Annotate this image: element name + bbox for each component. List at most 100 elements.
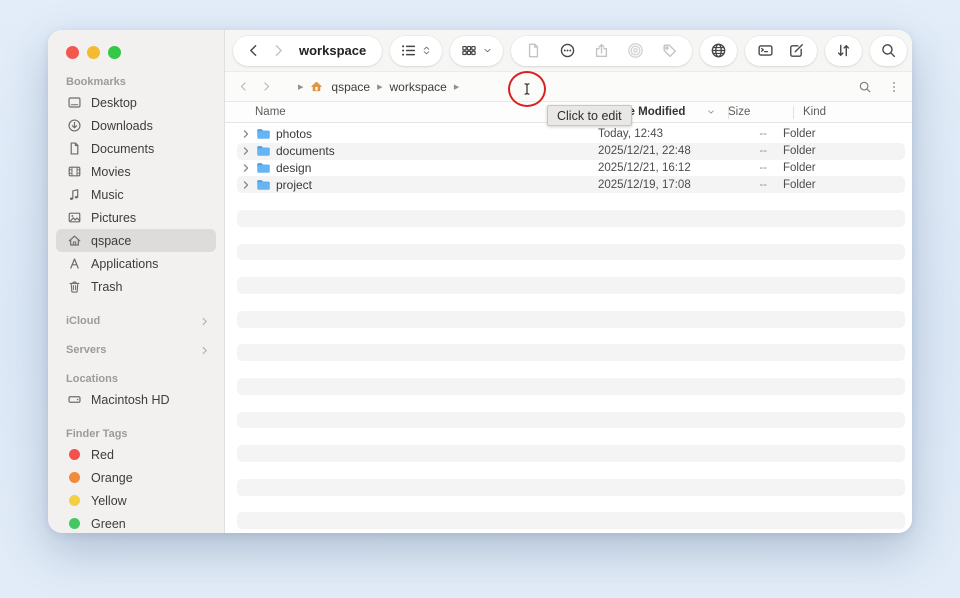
sidebar-item-label: Movies [91,165,131,179]
sidebar-item-music[interactable]: Music [56,183,216,206]
sidebar-item-macintosh-hd[interactable]: Macintosh HD [56,388,216,411]
minimize-button[interactable] [87,46,100,59]
sort-direction-icon [706,107,716,117]
folder-icon [256,179,271,191]
more-vertical-icon[interactable] [887,80,900,93]
empty-row [237,512,905,529]
empty-row [237,361,905,378]
sidebar-section-servers[interactable]: Servers [66,344,210,356]
file-row-photos[interactable]: photosToday, 12:43--Folder [237,126,905,143]
zoom-button[interactable] [108,46,121,59]
path-search-icon[interactable] [858,80,871,93]
search-button[interactable] [870,36,907,66]
breadcrumb-qspace[interactable]: qspace [331,80,370,94]
chevron-right-icon[interactable] [199,316,210,327]
grid-view-icon [460,42,477,59]
sidebar-item-applications[interactable]: Applications [56,252,216,275]
file-row-design[interactable]: design2025/12/21, 16:12--Folder [237,160,905,177]
sidebar-item-movies[interactable]: Movies [56,160,216,183]
desktop-background: BookmarksDesktopDownloadsDocumentsMovies… [0,0,960,598]
sidebar-item-yellow[interactable]: Yellow [56,489,216,512]
ellipsis-circle-icon[interactable] [559,42,576,59]
list-view-button[interactable] [390,36,442,66]
home-icon[interactable] [310,80,325,93]
empty-row [237,244,905,261]
crumb-separator: ▶ [298,83,303,91]
music-note-icon [66,187,82,203]
forward-icon[interactable] [270,42,287,59]
picture-icon [66,210,82,226]
sidebar-item-green[interactable]: Green [56,512,216,533]
sidebar-item-red[interactable]: Red [56,443,216,466]
empty-row [237,479,905,496]
sidebar-item-label: Downloads [91,119,153,133]
tooltip-text: Click to edit [557,109,622,123]
path-forward-icon[interactable] [260,80,273,93]
file-row-project[interactable]: project2025/12/19, 17:08--Folder [237,176,905,193]
column-header-size[interactable]: Size [728,106,793,118]
disclosure-chevron-icon[interactable] [241,129,251,139]
transfers-button[interactable] [825,36,862,66]
disclosure-chevron-icon[interactable] [241,180,251,190]
sidebar-item-trash[interactable]: Trash [56,275,216,298]
grid-view-button[interactable] [450,36,503,66]
chevron-right-icon[interactable] [199,345,210,356]
file-name: project [276,178,312,192]
empty-row [237,428,905,445]
folder-icon [256,162,271,174]
crumb-separator: ▶ [377,83,382,91]
disclosure-chevron-icon[interactable] [241,146,251,156]
i-beam-cursor-icon [519,81,535,97]
section-title: Finder Tags [66,428,128,440]
column-header-kind[interactable]: Kind [793,106,912,118]
file-size: -- [716,145,781,157]
empty-row [237,445,905,462]
sidebar-item-label: Documents [91,142,154,156]
close-button[interactable] [66,46,79,59]
tools-pill [745,36,817,66]
sidebar-item-label: Green [91,517,126,531]
file-row-documents[interactable]: documents2025/12/21, 22:48--Folder [237,143,905,160]
disclosure-chevron-icon[interactable] [241,163,251,173]
sidebar-item-desktop[interactable]: Desktop [56,91,216,114]
red-tag-dot-icon [69,449,80,460]
back-icon[interactable] [245,42,262,59]
sidebar-item-label: Pictures [91,211,136,225]
section-title: Servers [66,344,106,356]
crumb-separator: ▶ [454,83,459,91]
tag-icon [661,42,678,59]
chevron-down-icon [482,42,493,59]
column-divider[interactable] [728,106,729,119]
sidebar-item-qspace[interactable]: qspace [56,229,216,252]
sidebar-item-label: Desktop [91,96,137,110]
sidebar-section-locations: Locations [66,373,210,385]
empty-row [237,344,905,361]
network-button[interactable] [700,36,737,66]
file-list: photosToday, 12:43--Folderdocuments2025/… [225,123,912,533]
column-divider[interactable] [793,106,794,119]
document-icon [66,141,82,157]
file-name: photos [276,127,312,141]
tooltip: Click to edit [547,105,632,126]
navigation-pill: workspace [233,36,382,66]
terminal-icon[interactable] [757,42,774,59]
file-kind: Folder [781,179,905,191]
orange-tag-dot-icon [69,472,80,483]
applications-icon [66,256,82,272]
sidebar-item-downloads[interactable]: Downloads [56,114,216,137]
sidebar-item-pictures[interactable]: Pictures [56,206,216,229]
empty-row [237,193,905,210]
sidebar-item-orange[interactable]: Orange [56,466,216,489]
empty-row [237,462,905,479]
section-title: iCloud [66,315,100,327]
desktop-icon [66,95,82,111]
sidebar-item-label: Trash [91,280,123,294]
path-back-icon[interactable] [237,80,250,93]
sidebar-section-icloud[interactable]: iCloud [66,315,210,327]
compose-icon[interactable] [788,42,805,59]
sidebar-item-label: Red [91,448,114,462]
breadcrumb-workspace[interactable]: workspace [389,80,446,94]
file-date-modified: 2025/12/21, 16:12 [598,162,716,174]
share-icon [593,42,610,59]
sidebar-item-documents[interactable]: Documents [56,137,216,160]
